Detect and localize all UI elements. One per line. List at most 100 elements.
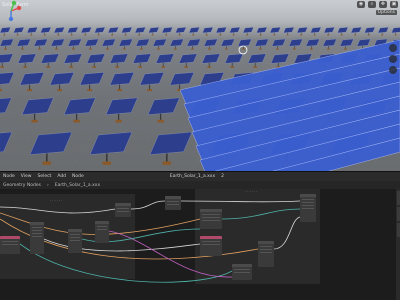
solar-panel bbox=[310, 27, 322, 34]
solar-panel bbox=[0, 131, 13, 153]
tracker-base bbox=[273, 34, 276, 36]
zoom-tool-icon[interactable]: ⌕ bbox=[368, 1, 376, 8]
view-menu[interactable]: View bbox=[18, 174, 35, 179]
node[interactable] bbox=[258, 241, 274, 267]
tracker-base bbox=[92, 66, 96, 68]
node-link bbox=[221, 208, 301, 220]
options-button[interactable]: Options bbox=[375, 10, 397, 15]
solar-panel bbox=[0, 53, 14, 64]
tracker-base bbox=[259, 34, 262, 36]
node[interactable] bbox=[200, 209, 222, 229]
editor-type-menu[interactable]: Node bbox=[0, 174, 18, 179]
node-tree-selector[interactable]: Earth_Solar_1_a.xxx bbox=[167, 174, 218, 179]
solar-panel bbox=[16, 38, 31, 47]
solar-panel bbox=[220, 38, 235, 47]
node[interactable] bbox=[68, 229, 82, 253]
solar-panel bbox=[13, 27, 25, 34]
selection-indicator bbox=[238, 45, 248, 55]
node[interactable] bbox=[115, 203, 131, 217]
tracker-base bbox=[225, 48, 228, 50]
solar-panel bbox=[242, 27, 254, 34]
solar-panel bbox=[79, 72, 105, 86]
tracker-base bbox=[0, 89, 3, 92]
tracker-base bbox=[89, 48, 92, 50]
solar-panel bbox=[247, 53, 267, 64]
camera-view-icon[interactable] bbox=[389, 66, 397, 74]
tracker-base bbox=[30, 34, 33, 36]
tracker-base bbox=[115, 119, 122, 123]
tracker-base bbox=[381, 34, 384, 36]
tracker-base bbox=[140, 48, 143, 50]
solar-panel bbox=[152, 38, 167, 47]
node[interactable] bbox=[30, 222, 44, 254]
solar-panel bbox=[350, 27, 362, 34]
tracker-base bbox=[219, 34, 222, 36]
view-tool-icon[interactable]: ◉ bbox=[357, 1, 365, 8]
solar-panel bbox=[147, 97, 180, 115]
solar-panel bbox=[288, 38, 303, 47]
node-link bbox=[273, 216, 301, 250]
node[interactable] bbox=[95, 221, 109, 243]
solar-panel bbox=[215, 27, 227, 34]
tracker-base bbox=[344, 48, 347, 50]
tracker-base bbox=[300, 34, 303, 36]
users-count: 2 bbox=[221, 174, 224, 179]
node[interactable] bbox=[200, 236, 222, 256]
tracker-base bbox=[31, 119, 38, 123]
tracker-base bbox=[310, 48, 313, 50]
solar-panel bbox=[139, 72, 165, 86]
solar-panel bbox=[109, 72, 135, 86]
solar-panel bbox=[26, 27, 38, 34]
node[interactable] bbox=[300, 194, 316, 222]
add-menu[interactable]: Add bbox=[54, 174, 69, 179]
tracker-base bbox=[192, 34, 195, 36]
solar-panel bbox=[270, 53, 290, 64]
tracker-base bbox=[327, 48, 330, 50]
node[interactable] bbox=[165, 196, 181, 210]
zoom-view-icon[interactable] bbox=[389, 44, 397, 52]
node[interactable] bbox=[232, 264, 252, 280]
tracker-base bbox=[246, 34, 249, 36]
camera-tool-icon[interactable]: ▣ bbox=[390, 1, 398, 8]
solar-panel bbox=[155, 53, 175, 64]
solar-panel bbox=[161, 27, 173, 34]
solar-panel bbox=[134, 27, 146, 34]
tracker-base bbox=[276, 48, 279, 50]
tracker-base bbox=[157, 119, 164, 123]
solar-panel bbox=[67, 27, 79, 34]
solar-panel bbox=[86, 53, 106, 64]
solar-panel bbox=[305, 38, 320, 47]
solar-panel bbox=[175, 27, 187, 34]
tracker-base bbox=[69, 66, 73, 68]
solar-panel bbox=[323, 27, 335, 34]
sidebar-tabs bbox=[396, 189, 400, 300]
tracker-base bbox=[138, 66, 142, 68]
node-link bbox=[0, 206, 116, 214]
tracker-base bbox=[23, 66, 27, 68]
solar-panel bbox=[132, 53, 152, 64]
tracker-base bbox=[165, 34, 168, 36]
node[interactable] bbox=[0, 236, 20, 254]
solar-panel bbox=[271, 38, 286, 47]
breadcrumb-root[interactable]: Geometry Nodes bbox=[0, 183, 44, 188]
solar-panel bbox=[53, 27, 65, 34]
select-menu[interactable]: Select bbox=[34, 174, 54, 179]
node-editor-canvas[interactable]: · · · · · · · · · · · · bbox=[0, 189, 400, 300]
breadcrumb-node-tree[interactable]: Earth_Solar_1_a.xxx bbox=[52, 183, 103, 188]
move-tool-icon[interactable]: ✥ bbox=[379, 1, 387, 8]
navigation-gizmo-icon[interactable] bbox=[0, 0, 22, 22]
tracker-base bbox=[327, 34, 330, 36]
tracker-base bbox=[161, 66, 165, 68]
pan-view-icon[interactable] bbox=[389, 55, 397, 63]
solar-panel bbox=[322, 38, 337, 47]
solar-panel bbox=[67, 38, 82, 47]
solar-panel bbox=[17, 53, 37, 64]
solar-farm-scene bbox=[0, 27, 400, 171]
tracker-base bbox=[102, 161, 111, 165]
tracker-base bbox=[313, 34, 316, 36]
solar-panel bbox=[21, 97, 54, 115]
viewport-toolbar: ◉ ⌕ ✥ ▣ bbox=[357, 1, 398, 8]
node-menu[interactable]: Node bbox=[69, 174, 87, 179]
tracker-base bbox=[207, 66, 211, 68]
3d-viewport[interactable]: Solar Farm ◉ ⌕ ✥ ▣ Options bbox=[0, 0, 400, 171]
